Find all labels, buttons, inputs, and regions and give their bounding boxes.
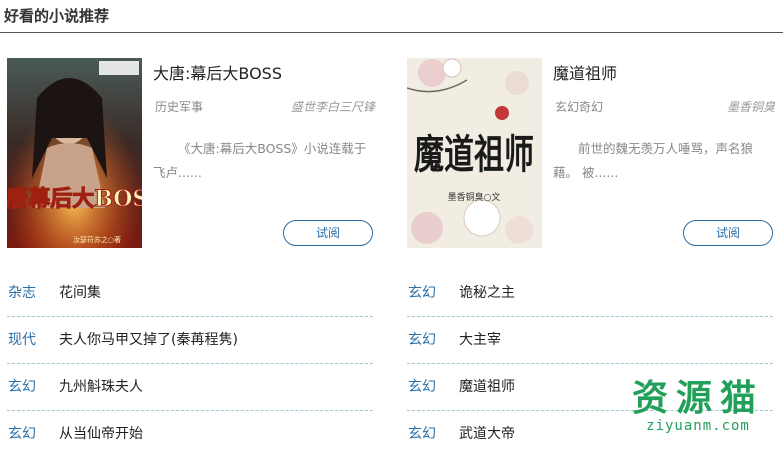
category-link[interactable]: 玄幻 bbox=[8, 376, 36, 396]
book-name-link[interactable]: 从当仙帝开始 bbox=[59, 423, 143, 443]
cover-title-text: 魔道祖师 bbox=[414, 131, 534, 178]
book-description: 《大唐:幕后大BOSS》小说连载于飞卢...... bbox=[153, 141, 367, 180]
featured-book-card[interactable]: 魔道祖师 墨香铜臭○文 魔道祖师 玄幻奇幻 墨香铜臭 前世的魏无羡万人唾骂，声名… bbox=[407, 58, 779, 250]
book-name-link[interactable]: 大主宰 bbox=[459, 329, 501, 349]
book-genre: 历史军事 bbox=[155, 100, 204, 114]
watermark-logo: 资源猫 ziyuanm.com bbox=[623, 378, 773, 434]
book-name-link[interactable]: 夫人你马甲又掉了(秦苒程隽) bbox=[59, 329, 238, 349]
list-item[interactable]: 玄幻 九州斛珠夫人 bbox=[7, 364, 373, 411]
category-link[interactable]: 现代 bbox=[8, 329, 36, 349]
list-item[interactable]: 杂志 花间集 bbox=[7, 270, 373, 317]
list-item[interactable]: 玄幻 诡秘之主 bbox=[407, 270, 773, 317]
book-author: 盛世李白三尺锋 bbox=[290, 100, 375, 114]
book-cover-image[interactable]: 魔道祖师 墨香铜臭○文 bbox=[407, 58, 542, 248]
watermark-url-text: ziyuanm.com bbox=[646, 418, 750, 434]
read-button[interactable]: 试阅 bbox=[683, 220, 773, 246]
cover-author-text: 墨香铜臭○文 bbox=[448, 191, 501, 203]
category-link[interactable]: 玄幻 bbox=[408, 282, 436, 302]
category-link[interactable]: 玄幻 bbox=[408, 423, 436, 443]
book-genre: 玄幻奇幻 bbox=[555, 100, 604, 114]
book-name-link[interactable]: 九州斛珠夫人 bbox=[59, 376, 143, 396]
category-link[interactable]: 玄幻 bbox=[408, 376, 436, 396]
book-name-link[interactable]: 武道大帝 bbox=[459, 423, 515, 443]
list-item[interactable]: 玄幻 从当仙帝开始 bbox=[7, 411, 373, 457]
book-name-link[interactable]: 魔道祖师 bbox=[459, 376, 515, 396]
book-name-link[interactable]: 花间集 bbox=[59, 282, 101, 302]
book-cover-image[interactable]: 大唐幕后大BOSS 汝瑟苻苏之○著 bbox=[7, 58, 142, 248]
category-link[interactable]: 杂志 bbox=[8, 282, 36, 302]
category-link[interactable]: 玄幻 bbox=[8, 423, 36, 443]
book-author: 墨香铜臭 bbox=[726, 100, 775, 114]
list-item[interactable]: 现代 夫人你马甲又掉了(秦苒程隽) bbox=[7, 317, 373, 364]
category-link[interactable]: 玄幻 bbox=[408, 329, 436, 349]
read-button[interactable]: 试阅 bbox=[283, 220, 373, 246]
book-title-link[interactable]: 大唐:幕后大BOSS bbox=[153, 60, 282, 84]
book-title-link[interactable]: 魔道祖师 bbox=[553, 60, 617, 84]
book-list-left: 杂志 花间集 现代 夫人你马甲又掉了(秦苒程隽) 玄幻 九州斛珠夫人 玄幻 从当… bbox=[7, 270, 373, 457]
book-description: 前世的魏无羡万人唾骂，声名狼藉。 被...... bbox=[553, 141, 754, 180]
featured-book-card[interactable]: 大唐幕后大BOSS 汝瑟苻苏之○著 大唐:幕后大BOSS 历史军事 盛世李白三尺… bbox=[7, 58, 379, 250]
book-name-link[interactable]: 诡秘之主 bbox=[459, 282, 515, 302]
cover-author-text: 汝瑟苻苏之○著 bbox=[73, 235, 121, 244]
section-title: 好看的小说推荐 bbox=[4, 7, 110, 25]
title-divider bbox=[0, 32, 783, 33]
cover-title-text: 大唐幕后大BOSS bbox=[7, 186, 142, 212]
watermark-main-text: 资源猫 bbox=[631, 378, 764, 419]
list-item[interactable]: 玄幻 大主宰 bbox=[407, 317, 773, 364]
